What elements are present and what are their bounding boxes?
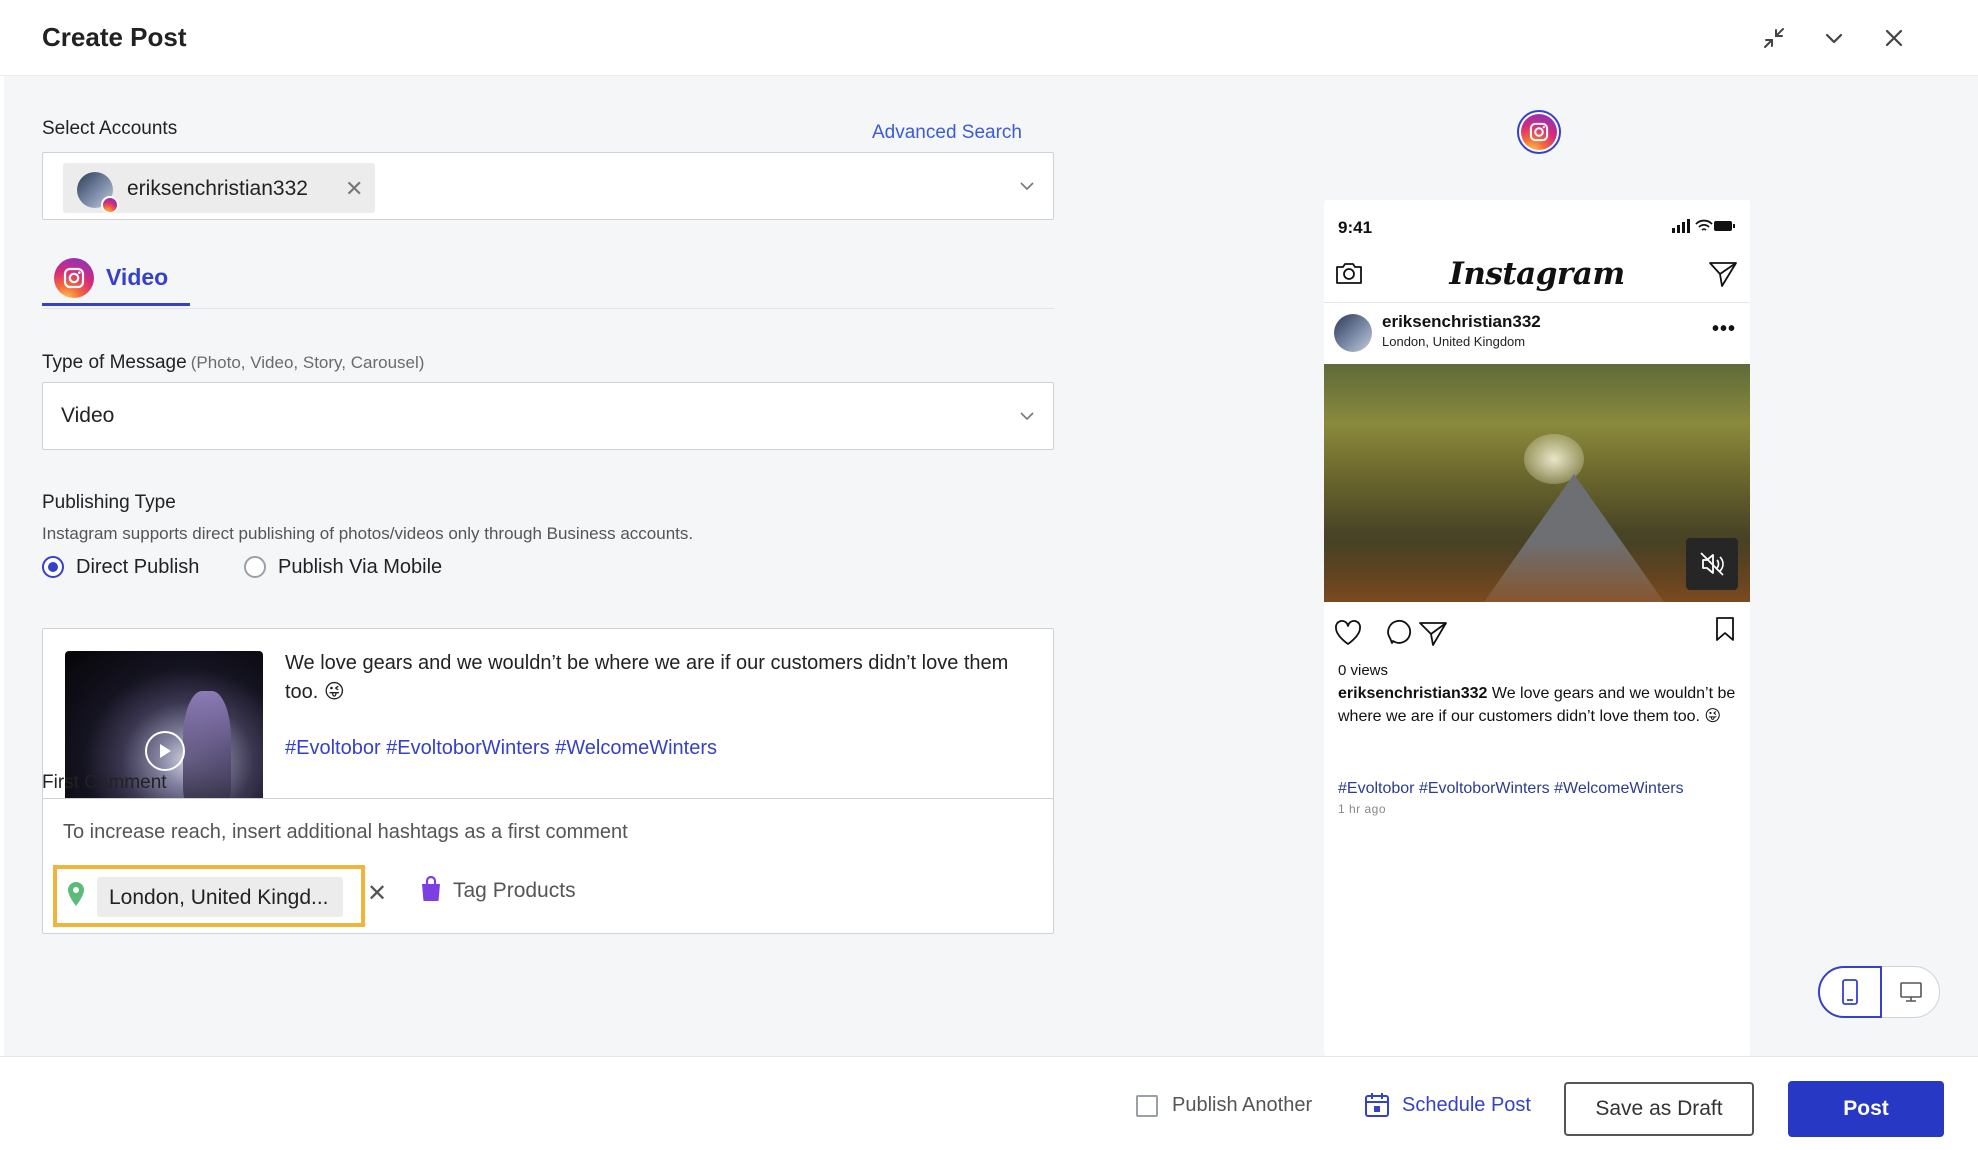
status-bar-icons — [1672, 219, 1735, 233]
post-button[interactable]: Post — [1788, 1081, 1944, 1137]
instagram-badge-icon — [101, 196, 119, 214]
preview-caption: eriksenchristian332 We love gears and we… — [1338, 682, 1738, 728]
preview-hashtags: #Evoltobor #EvoltoborWinters #WelcomeWin… — [1338, 780, 1684, 797]
shopping-bag-icon — [422, 875, 440, 901]
mute-icon[interactable] — [1686, 538, 1738, 590]
message-type-label: Type of Message (Photo, Video, Story, Car… — [42, 352, 424, 374]
caption-text[interactable]: We love gears and we wouldn’t be where w… — [285, 649, 1025, 707]
publishing-type-label: Publishing Type — [42, 492, 176, 513]
location-chip[interactable]: London, United Kingd... — [97, 877, 343, 917]
tag-products-label: Tag Products — [453, 879, 576, 902]
direct-publish-label[interactable]: Direct Publish — [76, 556, 199, 579]
tab-divider — [42, 308, 1054, 309]
preview-time-ago: 1 hr ago — [1338, 802, 1387, 816]
publish-via-mobile-label[interactable]: Publish Via Mobile — [278, 556, 442, 579]
message-type-value: Video — [61, 404, 115, 427]
post-composer: We love gears and we wouldn’t be where w… — [42, 628, 1054, 934]
preview-location: London, United Kingdom — [1382, 334, 1526, 349]
header-divider — [1324, 302, 1750, 303]
phone-time: 9:41 — [1338, 218, 1373, 237]
publishing-type-description: Instagram supports direct publishing of … — [42, 524, 694, 543]
share-icon — [1419, 622, 1447, 646]
account-selector[interactable]: eriksenchristian332 ✕ — [42, 152, 1054, 220]
location-highlight: London, United Kingd... — [53, 865, 365, 927]
tab-video-label: Video — [106, 264, 169, 290]
mobile-icon — [1842, 979, 1858, 1005]
publish-another-label[interactable]: Publish Another — [1172, 1094, 1312, 1117]
desktop-view-button[interactable] — [1883, 967, 1939, 1017]
advanced-search-link[interactable]: Advanced Search — [872, 122, 1022, 144]
first-comment-placeholder: To increase reach, insert additional has… — [63, 821, 628, 843]
play-icon[interactable] — [145, 731, 185, 771]
close-icon[interactable] — [1878, 22, 1910, 54]
first-comment-input[interactable]: To increase reach, insert additional has… — [42, 798, 1054, 858]
chevron-down-icon — [1020, 412, 1034, 421]
heart-icon — [1335, 620, 1361, 645]
bookmark-icon — [1716, 617, 1734, 641]
views-count: 0 views — [1338, 662, 1389, 679]
select-accounts-label: Select Accounts — [42, 118, 178, 139]
message-type-select[interactable]: Video — [42, 382, 1054, 450]
post-preview-panel: 9:41 Instagram eriksenchristian332 Londo… — [1092, 76, 1978, 1056]
instagram-icon — [54, 258, 94, 298]
caption-hashtags[interactable]: #Evoltobor #EvoltoborWinters #WelcomeWin… — [285, 737, 717, 760]
modal-title: Create Post — [42, 22, 187, 52]
send-icon — [1709, 262, 1737, 287]
schedule-post-label: Schedule Post — [1402, 1094, 1531, 1116]
preview-caption-username: eriksenchristian332 — [1338, 685, 1488, 702]
chevron-down-icon[interactable] — [1818, 22, 1850, 54]
post-actions — [1335, 619, 1447, 646]
account-chip-name: eriksenchristian332 — [127, 177, 308, 200]
instagram-phone-preview: 9:41 Instagram eriksenchristian332 Londo… — [1324, 200, 1750, 1056]
tab-video[interactable]: Video — [42, 254, 190, 306]
post-media — [1324, 364, 1750, 602]
instagram-logo: Instagram — [1449, 256, 1625, 292]
remove-location-icon[interactable]: ✕ — [367, 879, 387, 908]
message-type-title: Type of Message — [42, 352, 187, 373]
avatar — [1334, 314, 1372, 352]
minimize-icon[interactable] — [1758, 22, 1790, 54]
desktop-icon — [1900, 982, 1922, 1002]
chevron-down-icon[interactable] — [1019, 180, 1035, 192]
remove-account-icon[interactable]: ✕ — [345, 176, 363, 202]
account-chip: eriksenchristian332 ✕ — [63, 163, 375, 214]
save-as-draft-button[interactable]: Save as Draft — [1564, 1082, 1754, 1136]
preview-device-toggle — [1818, 966, 1940, 1018]
video-figure — [183, 691, 231, 811]
first-comment-label: First Comment — [42, 772, 167, 793]
instagram-icon — [1521, 114, 1557, 150]
publish-via-mobile-radio[interactable] — [244, 556, 266, 578]
comment-icon — [1387, 619, 1412, 644]
modal-header: Create Post — [0, 0, 1978, 76]
modal-footer: Publish Another Schedule Post Save as Dr… — [0, 1056, 1978, 1150]
post-editor-panel: Select Accounts Advanced Search eriksenc… — [4, 76, 1092, 1056]
more-options-icon: ••• — [1711, 318, 1736, 340]
instagram-channel-icon[interactable] — [1517, 110, 1561, 154]
mobile-view-button[interactable] — [1818, 966, 1882, 1018]
location-pin-icon — [68, 882, 84, 906]
message-type-hint: (Photo, Video, Story, Carousel) — [190, 353, 425, 372]
preview-username: eriksenchristian332 — [1382, 312, 1541, 331]
calendar-icon — [1365, 1093, 1389, 1117]
publish-another-checkbox[interactable] — [1136, 1095, 1158, 1117]
direct-publish-radio[interactable] — [42, 556, 64, 578]
